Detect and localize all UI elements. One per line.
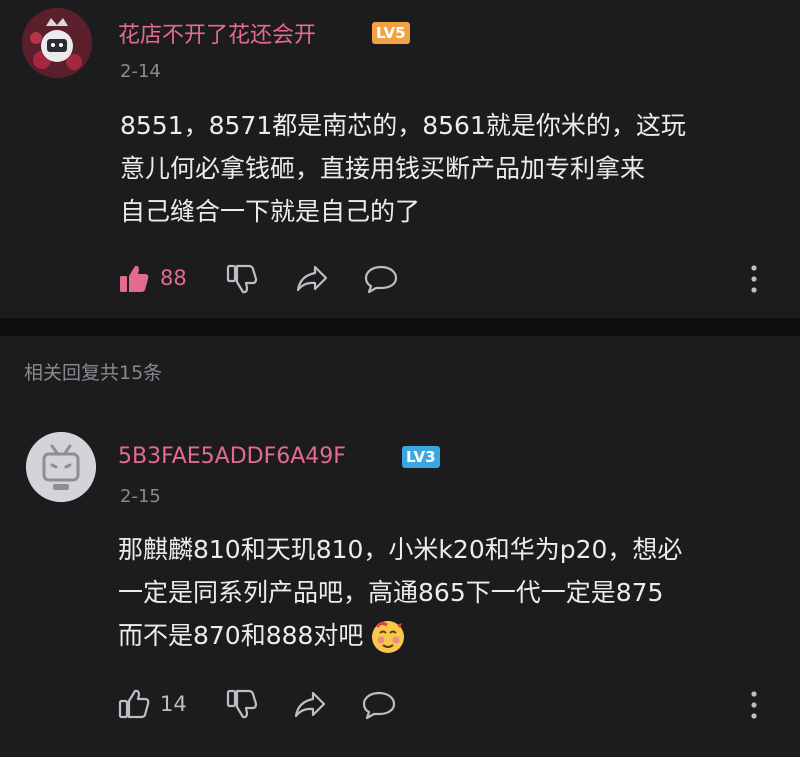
dislike-button[interactable] (226, 263, 258, 299)
section-divider (0, 318, 800, 336)
user-avatar[interactable] (22, 8, 92, 78)
comment-date: 2-15 (120, 486, 161, 507)
comment-text-line: 一定是同系列产品吧，高通865下一代一定是875 (118, 578, 664, 607)
share-button[interactable] (296, 264, 328, 298)
level-badge: LV5 (372, 22, 410, 44)
comment-text-line-with-emoji: 而不是870和888对吧 (118, 614, 768, 657)
share-icon (294, 691, 326, 718)
username[interactable]: 花店不开了花还会开 (118, 17, 316, 49)
main-comment: 花店不开了花还会开 LV5 2-14 8551，8571都是南芯的，8561就是… (0, 0, 800, 318)
like-button[interactable] (118, 263, 150, 299)
more-options-button[interactable] (746, 263, 762, 299)
more-vertical-icon (751, 691, 757, 719)
comment-text-line: 自己缝合一下就是自己的了 (120, 197, 421, 226)
share-button[interactable] (294, 690, 326, 724)
more-options-button[interactable] (746, 689, 762, 725)
comment-date: 2-14 (120, 61, 161, 82)
comment-text-line: 8551，8571都是南芯的，8561就是你米的，这玩 (120, 111, 686, 140)
thumbs-up-icon (118, 689, 150, 719)
level-badge: LV3 (402, 446, 440, 468)
like-button[interactable] (118, 688, 150, 724)
thumbs-down-icon (226, 264, 258, 294)
like-count: 14 (160, 692, 187, 716)
reply-bubble-icon (364, 265, 398, 294)
comment-text-line: 意儿何必拿钱砸，直接用钱买断产品加专利拿来 (120, 154, 646, 183)
thumbs-down-icon (226, 689, 258, 719)
dislike-button[interactable] (226, 688, 258, 724)
comment-text: 8551，8571都是南芯的，8561就是你米的，这玩 意儿何必拿钱砸，直接用钱… (120, 104, 770, 233)
avatar-image (26, 432, 96, 502)
share-icon (296, 265, 328, 292)
comment-text-line: 那麒麟810和天玑810，小米k20和华为p20，想必 (118, 535, 683, 564)
reply-bubble-icon (362, 691, 396, 720)
user-avatar[interactable] (26, 432, 96, 502)
comment-text-line: 而不是870和888对吧 (118, 621, 364, 650)
reply-button[interactable] (364, 264, 398, 298)
username[interactable]: 5B3FAE5ADDF6A49F (118, 444, 346, 469)
reply-button[interactable] (362, 690, 396, 724)
avatar-image (22, 8, 92, 78)
comment-text: 那麒麟810和天玑810，小米k20和华为p20，想必 一定是同系列产品吧，高通… (118, 528, 768, 657)
thumbs-up-icon (120, 265, 149, 292)
replies-count-label: 相关回复共15条 (24, 362, 163, 384)
like-count: 88 (160, 266, 187, 290)
replies-header: 相关回复共15条 (0, 336, 800, 406)
emoji-icon (372, 620, 405, 653)
more-vertical-icon (751, 265, 757, 293)
